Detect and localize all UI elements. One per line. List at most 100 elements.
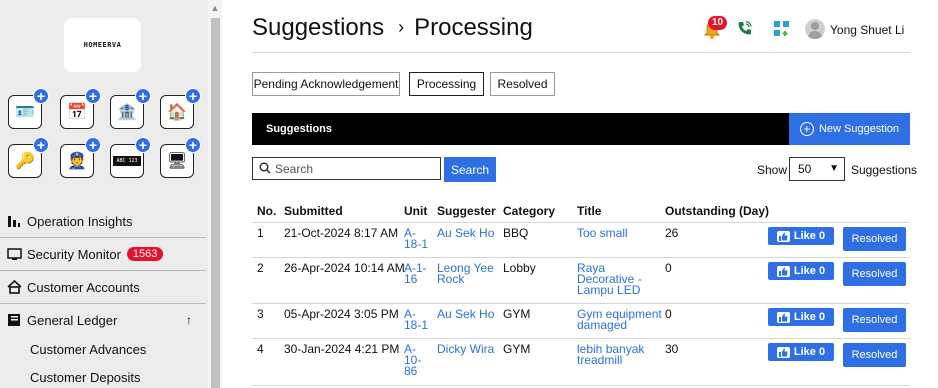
add-plus-icon[interactable]: +: [85, 137, 101, 153]
sidebar-item-customer-accounts[interactable]: Customer Accounts: [0, 271, 206, 303]
user-name[interactable]: Yong Shuet Li: [830, 23, 904, 37]
cell-unit-link[interactable]: A- 18-1: [404, 308, 429, 332]
row-divider: [252, 222, 910, 223]
cell-unit-link[interactable]: A- 10- 86: [404, 343, 421, 378]
cell-suggester-link[interactable]: Au Sek Ho: [437, 308, 494, 320]
section-title: Suggestions: [266, 123, 333, 135]
cell-unit-link-line: 18-1: [404, 318, 429, 332]
row-divider: [252, 303, 910, 304]
thumbs-up-icon: [776, 311, 790, 323]
like-button[interactable]: Like 0: [768, 262, 834, 280]
cell-submitted: 26-Apr-2024 10:14 AM: [284, 261, 405, 275]
cell-outstanding: 0: [665, 261, 672, 275]
search-icon: [259, 162, 271, 174]
cell-submitted: 30-Jan-2024 4:21 PM: [284, 342, 400, 356]
cell-title-link-line: Too small: [577, 226, 628, 240]
sidebar-scrollbar-thumb[interactable]: [211, 18, 220, 388]
like-count-label: Like 0: [793, 311, 826, 323]
col-header-outstanding: Outstanding (Day): [665, 204, 769, 218]
new-suggestion-label: New Suggestion: [818, 123, 900, 135]
add-plus-icon[interactable]: +: [33, 88, 49, 104]
visitor-app-icon[interactable]: 🪪 +: [8, 88, 49, 129]
cell-suggester-link[interactable]: Dicky Wira: [437, 342, 495, 356]
cell-title-link[interactable]: Raya Decorative - Lampu LED: [577, 262, 642, 296]
key-card-app-icon[interactable]: 🔑 +: [8, 137, 49, 178]
sidebar-item-security-monitor[interactable]: Security Monitor 1563: [0, 238, 206, 270]
cell-title-link[interactable]: lebih banyak treadmill: [577, 343, 644, 367]
new-suggestion-button[interactable]: + New Suggestion: [789, 113, 910, 145]
like-count-label: Like 0: [793, 265, 826, 277]
cell-suggester-link-line: Rock: [437, 272, 465, 286]
cell-title-link-line: damaged: [577, 318, 628, 332]
add-plus-icon[interactable]: +: [185, 137, 201, 153]
add-plus-icon[interactable]: +: [135, 137, 151, 153]
cell-title-link-line: treadmill: [577, 353, 623, 367]
cell-unit-link-line: 86: [404, 364, 418, 378]
car-plate-text: ABC 123: [113, 156, 141, 166]
col-header-submitted: Submitted: [284, 204, 343, 218]
calendar-app-icon[interactable]: 📅 +: [60, 88, 101, 129]
main-content: Suggestions › Processing 10 Yong Shuet Li …: [222, 0, 938, 388]
add-plus-icon[interactable]: +: [135, 88, 151, 104]
car-plate-app-icon[interactable]: ABC 123 +: [110, 137, 151, 178]
cell-no: 2: [257, 261, 264, 275]
sidebar-item-label: Security Monitor: [27, 246, 121, 262]
guard-app-icon[interactable]: 👮 +: [60, 137, 101, 178]
scroll-up-icon[interactable]: ▲: [209, 3, 221, 13]
breadcrumb-suggestions[interactable]: Suggestions: [252, 14, 384, 41]
cell-unit-link[interactable]: A- 18-1: [404, 227, 428, 250]
cell-outstanding: 26: [665, 226, 679, 240]
cell-submitted: 21-Oct-2024 8:17 AM: [284, 226, 399, 240]
cell-no: 3: [257, 307, 264, 321]
tab-pending-acknowledgement[interactable]: Pending Acknowledgement: [252, 72, 400, 96]
security-alert-badge: 1563: [126, 247, 164, 261]
cell-suggester-link[interactable]: Leong Yee Rock: [437, 262, 494, 286]
tab-processing[interactable]: Processing: [409, 72, 484, 96]
resolved-button[interactable]: Resolved: [843, 262, 906, 286]
like-button[interactable]: Like 0: [768, 227, 834, 245]
page-size-select[interactable]: 50 ▼: [789, 157, 845, 181]
sidebar-subitem-customer-advances[interactable]: Customer Advances: [30, 342, 146, 357]
like-count-label: Like 0: [793, 346, 826, 358]
sidebar-item-operation-insights[interactable]: Operation Insights: [0, 205, 206, 237]
home-tools-app-icon[interactable]: 🏠 +: [160, 88, 201, 129]
avatar[interactable]: [805, 19, 825, 39]
like-button[interactable]: Like 0: [768, 308, 834, 326]
collapse-arrow-icon[interactable]: ↑: [186, 313, 192, 327]
qr-add-icon[interactable]: [773, 20, 791, 38]
sidebar-item-general-ledger[interactable]: General Ledger ↑: [0, 304, 206, 336]
cell-unit-link[interactable]: A-1- 16: [404, 262, 427, 285]
bank-app-icon[interactable]: 🏦 +: [110, 88, 151, 129]
cell-no: 1: [257, 226, 264, 240]
add-plus-icon[interactable]: +: [185, 88, 201, 104]
plus-circle-icon: +: [799, 122, 814, 136]
web-login-app-icon[interactable]: 🖥 +: [160, 137, 201, 178]
cell-suggester-link[interactable]: Au Sek Ho: [437, 226, 495, 240]
sidebar-item-label: Operation Insights: [27, 213, 133, 229]
resolved-button[interactable]: Resolved: [843, 308, 906, 332]
cell-title-link[interactable]: Gym equipment damaged: [577, 308, 662, 332]
like-button[interactable]: Like 0: [768, 343, 834, 361]
resolved-button[interactable]: Resolved: [843, 343, 906, 367]
cell-submitted: 05-Apr-2024 3:05 PM: [284, 307, 399, 321]
col-header-suggester: Suggester: [437, 204, 496, 218]
tab-resolved[interactable]: Resolved: [490, 72, 555, 96]
resolved-button[interactable]: Resolved: [843, 227, 906, 251]
cell-category: Lobby: [503, 261, 536, 275]
cell-suggester-link-line: Dicky Wira: [437, 342, 495, 356]
brand-logo[interactable]: HOMEERVA: [64, 18, 141, 72]
bar-chart-icon: [6, 213, 22, 229]
show-label: Show: [757, 163, 788, 177]
add-plus-icon[interactable]: +: [33, 137, 49, 153]
search-box: [252, 157, 441, 180]
breadcrumb-separator: ›: [398, 17, 405, 37]
add-plus-icon[interactable]: +: [85, 88, 101, 104]
phone-icon[interactable]: [737, 20, 753, 40]
sidebar-subitem-customer-deposits[interactable]: Customer Deposits: [30, 370, 141, 385]
search-input[interactable]: [275, 160, 435, 177]
search-button[interactable]: Search: [444, 157, 496, 182]
cell-category: GYM: [503, 307, 531, 321]
cell-title-link[interactable]: Too small: [577, 226, 628, 240]
row-divider: [252, 385, 910, 386]
cell-suggester-link-line: Au Sek Ho: [437, 226, 495, 240]
